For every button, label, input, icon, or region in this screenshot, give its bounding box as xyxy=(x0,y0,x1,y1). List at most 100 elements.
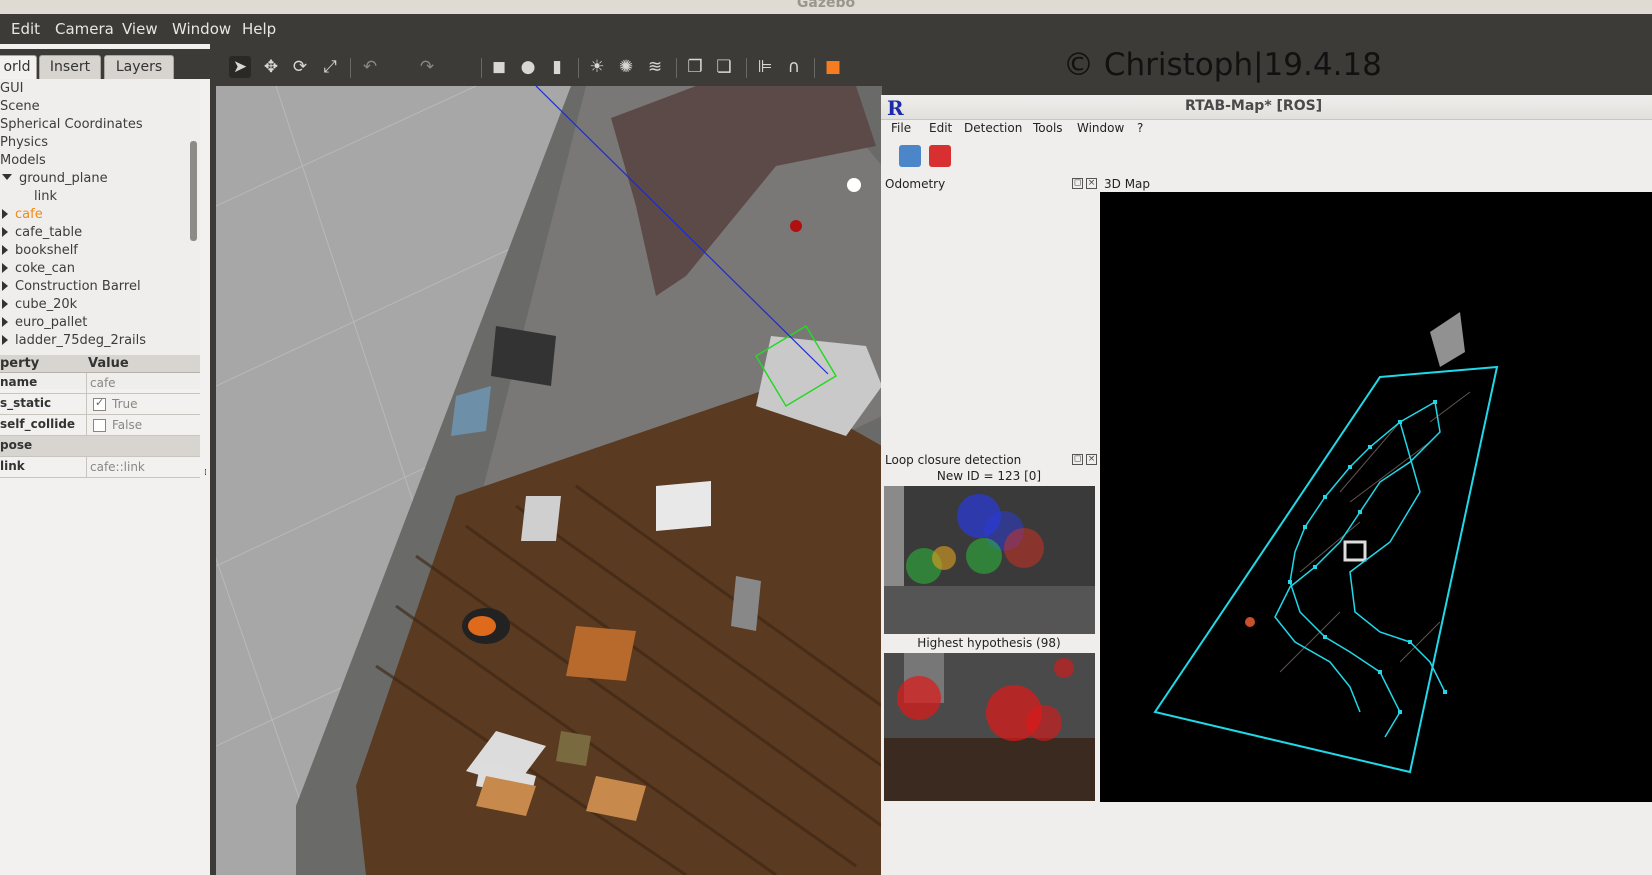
self-collide-checkbox[interactable] xyxy=(93,419,106,432)
menu-camera[interactable]: Camera xyxy=(55,20,114,38)
panel-splitter-handle[interactable]: ⁞ xyxy=(204,468,210,482)
view-angle-icon[interactable]: ■ xyxy=(822,56,844,78)
property-row-link[interactable]: link cafe::link xyxy=(0,457,200,478)
redo-icon[interactable]: ↷ xyxy=(416,56,438,78)
sphere-icon[interactable]: ● xyxy=(517,56,539,78)
select-arrow-icon[interactable]: ➤ xyxy=(229,56,251,78)
tree-item-label: bookshelf xyxy=(15,243,78,258)
rtab-menu-help[interactable]: ? xyxy=(1137,121,1143,135)
property-key: link xyxy=(0,459,25,473)
menu-edit[interactable]: Edit xyxy=(11,20,40,38)
collapse-arrow-icon[interactable] xyxy=(2,299,8,309)
point-light-icon[interactable]: ☀ xyxy=(586,56,608,78)
collapse-arrow-icon[interactable] xyxy=(2,281,8,291)
spot-light-icon[interactable]: ✺ xyxy=(615,56,637,78)
property-row-static: s_static True xyxy=(0,394,200,415)
map-3d-view[interactable] xyxy=(1100,192,1652,802)
tree-item-label: cafe_table xyxy=(15,225,83,240)
rtab-menu-detection[interactable]: Detection xyxy=(964,121,1022,135)
new-id-label: New ID = 123 [0] xyxy=(936,469,1042,483)
properties-header: perty Value xyxy=(0,355,200,373)
rtabmap-window: R RTAB-Map* [ROS] File Edit Detection To… xyxy=(881,95,1652,875)
property-key: self_collide xyxy=(0,417,76,431)
box-icon[interactable]: ◼ xyxy=(488,56,510,78)
tree-item-models[interactable]: Models xyxy=(0,153,46,171)
tab-layers[interactable]: Layers xyxy=(104,55,174,80)
menu-view[interactable]: View xyxy=(122,20,158,38)
tree-item-label: cafe xyxy=(15,207,43,222)
watermark-text: © Christoph|19.4.18 xyxy=(1063,47,1382,83)
tree-scrollbar[interactable] xyxy=(190,141,197,241)
menu-window[interactable]: Window xyxy=(172,20,231,38)
map-3d-panel-title: 3D Map xyxy=(1104,177,1151,191)
tree-item-link[interactable]: link xyxy=(34,189,57,207)
scene-render xyxy=(216,86,882,875)
scale-icon[interactable]: ⤢ xyxy=(319,56,341,78)
float-icon[interactable]: ◻ xyxy=(1072,454,1083,465)
odometry-dock-buttons[interactable]: ◻ × xyxy=(1069,178,1097,189)
tree-item-gui[interactable]: GUI xyxy=(0,81,23,99)
property-value[interactable]: cafe xyxy=(90,376,116,390)
window-title: Gazebo xyxy=(796,0,856,11)
tree-item-physics[interactable]: Physics xyxy=(0,135,48,153)
refresh-icon[interactable] xyxy=(899,145,921,167)
directional-light-icon[interactable]: ≋ xyxy=(644,56,666,78)
rtabmap-titlebar: R RTAB-Map* [ROS] xyxy=(881,95,1652,120)
tree-item-cube-20k[interactable]: cube_20k xyxy=(2,297,77,315)
static-checkbox[interactable] xyxy=(93,396,106,411)
left-tab-bar: orld Insert Layers xyxy=(0,49,210,80)
align-icon[interactable]: ⊫ xyxy=(754,56,776,78)
tree-item-label: euro_pallet xyxy=(15,315,88,330)
rotate-icon[interactable]: ⟳ xyxy=(289,56,311,78)
paste-icon[interactable]: ❏ xyxy=(713,56,735,78)
tree-item-ladder[interactable]: ladder_75deg_2rails xyxy=(2,333,146,351)
loop-closure-panel-title: Loop closure detection xyxy=(885,453,1022,467)
copy-icon[interactable]: ❐ xyxy=(684,56,706,78)
property-value: True xyxy=(112,397,138,411)
window-titlebar: Gazebo xyxy=(0,0,1652,14)
rtabmap-logo: R xyxy=(887,96,904,120)
rtab-menu-file[interactable]: File xyxy=(891,121,911,135)
property-value: False xyxy=(112,418,143,432)
tree-item-construction-barrel[interactable]: Construction Barrel xyxy=(2,279,141,297)
rtab-menu-tools[interactable]: Tools xyxy=(1033,121,1063,135)
rtab-menu-window[interactable]: Window xyxy=(1077,121,1124,135)
collapse-arrow-icon[interactable] xyxy=(2,335,8,345)
rtab-menu-edit[interactable]: Edit xyxy=(929,121,952,135)
collapse-arrow-icon[interactable] xyxy=(2,227,8,237)
value-column-header: Value xyxy=(88,356,129,371)
highest-hypothesis-label: Highest hypothesis (98) xyxy=(917,636,1061,650)
tab-insert[interactable]: Insert xyxy=(39,55,101,80)
property-row-name: name cafe xyxy=(0,373,200,394)
collapse-arrow-icon[interactable] xyxy=(2,263,8,273)
tree-item-cafe-table[interactable]: cafe_table xyxy=(2,225,82,243)
rtabmap-toolbar xyxy=(881,139,1652,173)
scene-3d-viewport[interactable] xyxy=(216,86,882,875)
loop-closure-dock-buttons[interactable]: ◻ × xyxy=(1069,454,1097,465)
tree-item-coke-can[interactable]: coke_can xyxy=(2,261,75,279)
world-tree: GUI Scene Spherical Coordinates Physics … xyxy=(0,79,200,389)
tree-item-label: ladder_75deg_2rails xyxy=(15,333,147,348)
tree-item-spherical-coordinates[interactable]: Spherical Coordinates xyxy=(0,117,143,135)
collapse-arrow-icon[interactable] xyxy=(2,317,8,327)
rtabmap-title: RTAB-Map* [ROS] xyxy=(1185,98,1323,114)
cylinder-icon[interactable]: ▮ xyxy=(546,56,568,78)
tree-item-ground-plane[interactable]: ground_plane xyxy=(2,171,108,189)
menu-help[interactable]: Help xyxy=(242,20,276,38)
magnet-icon[interactable]: ∩ xyxy=(783,56,805,78)
close-icon[interactable]: × xyxy=(1086,454,1097,465)
translate-icon[interactable]: ✥ xyxy=(260,56,282,78)
tree-item-euro-pallet[interactable]: euro_pallet xyxy=(2,315,87,333)
collapse-arrow-icon[interactable] xyxy=(2,209,8,219)
collapse-arrow-icon[interactable] xyxy=(2,245,8,255)
tree-item-scene[interactable]: Scene xyxy=(0,99,40,117)
expand-arrow-icon[interactable] xyxy=(2,174,12,180)
undo-icon[interactable]: ↶ xyxy=(359,56,381,78)
tab-world[interactable]: orld xyxy=(0,55,37,80)
pause-icon[interactable] xyxy=(929,145,951,167)
property-group-pose[interactable]: pose xyxy=(0,436,200,457)
close-icon[interactable]: × xyxy=(1086,178,1097,189)
tree-item-bookshelf[interactable]: bookshelf xyxy=(2,243,78,261)
float-icon[interactable]: ◻ xyxy=(1072,178,1083,189)
tree-item-cafe[interactable]: cafe xyxy=(2,207,43,225)
